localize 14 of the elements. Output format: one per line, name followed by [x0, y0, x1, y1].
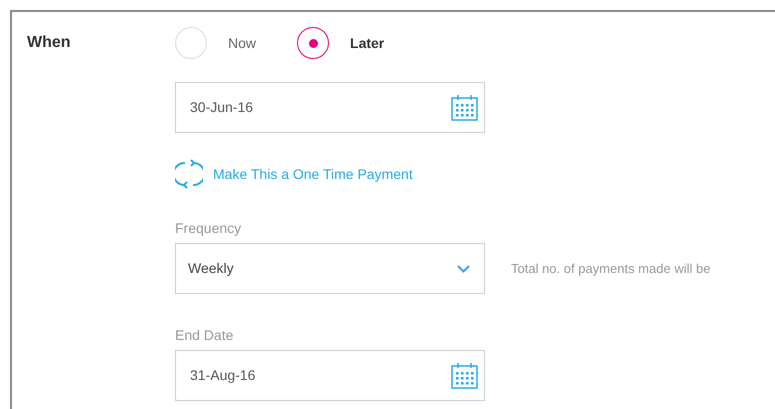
refresh-icon: [175, 159, 203, 189]
end-date-label: End Date: [175, 326, 234, 345]
date-field[interactable]: 30-Jun-16: [175, 82, 485, 133]
calendar-icon[interactable]: [451, 94, 478, 121]
section-label: When: [27, 34, 71, 51]
calendar-icon[interactable]: [451, 362, 478, 389]
radio-label: Now: [228, 34, 256, 52]
frequency-label: Frequency: [175, 219, 242, 238]
radio-button[interactable]: [297, 27, 330, 59]
payments-note: Total no. of payments made will be: [511, 260, 710, 278]
date-field[interactable]: 31-Aug-16: [175, 350, 485, 401]
frequency-select[interactable]: Weekly: [175, 243, 485, 294]
radio-label: Later: [350, 34, 384, 52]
chevron-down-icon: [457, 264, 470, 272]
